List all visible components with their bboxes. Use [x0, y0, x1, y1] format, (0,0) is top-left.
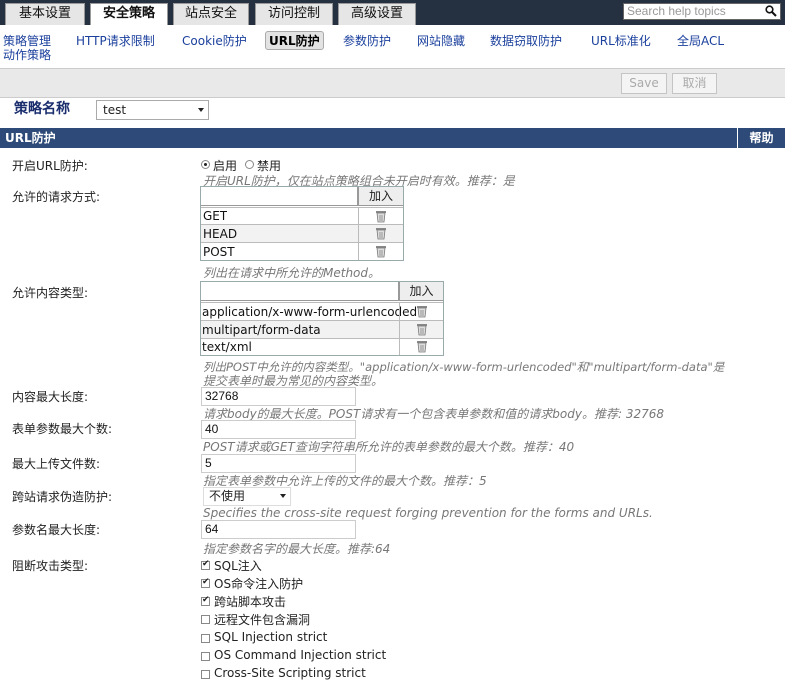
top-tab-bar: 基本设置 安全策略 站点安全 访问控制 高级设置 Search help top… [0, 0, 785, 26]
table-row: HEAD [201, 224, 403, 242]
max-content-length-input[interactable]: 32768 [201, 387, 356, 406]
enable-radio[interactable] [201, 160, 210, 169]
methods-hint: 列出在请求中所允许的Method。 [203, 266, 381, 280]
methods-add-button[interactable]: 加入 [358, 187, 403, 206]
policy-name-value: test [103, 103, 127, 117]
chevron-down-icon [198, 108, 204, 112]
max-param-name-input[interactable]: 64 [201, 520, 356, 539]
sql-injection-strict-label: SQL Injection strict [214, 630, 328, 644]
content-type-item: application/x-www-form-urlencoded [202, 305, 418, 319]
save-button[interactable]: Save [621, 73, 667, 94]
remote-file-inclusion-label: 远程文件包含漏洞 [214, 613, 311, 627]
subnav-action-policy[interactable]: 动作策略 [3, 46, 51, 63]
content-types-add-button[interactable]: 加入 [399, 282, 443, 301]
attack-types-label: 阻断攻击类型: [12, 559, 89, 573]
sub-navigation: 策略管理 动作策略 HTTP请求限制 Cookie防护 URL防护 参数防护 网… [0, 25, 785, 69]
sql-injection-checkbox[interactable] [201, 559, 210, 570]
table-row: multipart/form-data [201, 320, 443, 338]
max-param-name-hint: 指定参数名字的最大长度。推荐:64 [203, 542, 391, 556]
xss-strict-label: Cross-Site Scripting strict [214, 666, 366, 680]
content-types-label: 允许内容类型: [12, 286, 89, 300]
subnav-http-request-limit[interactable]: HTTP请求限制 [76, 32, 155, 49]
subnav-global-acl[interactable]: 全局ACL [677, 32, 724, 49]
os-command-injection-strict-label: OS Command Injection strict [214, 648, 387, 662]
tab-advanced-settings[interactable]: 高级设置 [338, 3, 416, 25]
os-command-injection-label: OS命令注入防护 [214, 577, 304, 591]
methods-table: 加入 GET HEAD POST [200, 186, 404, 261]
trash-icon[interactable] [375, 227, 387, 240]
help-button[interactable]: 帮助 [737, 128, 785, 148]
search-input[interactable]: Search help topics [623, 3, 781, 20]
subnav-url-protection[interactable]: URL防护 [265, 31, 324, 50]
section-header: URL防护 帮助 [0, 128, 785, 148]
max-upload-files-label: 最大上传文件数: [12, 457, 101, 471]
policy-name-label: 策略名称 [14, 101, 70, 117]
trash-icon[interactable] [375, 245, 387, 258]
table-row: GET [201, 207, 403, 224]
tab-basic-settings[interactable]: 基本设置 [5, 3, 85, 25]
tab-access-control[interactable]: 访问控制 [255, 3, 333, 25]
subnav-data-theft-protection[interactable]: 数据窃取防护 [490, 32, 562, 49]
max-form-params-label: 表单参数最大个数: [12, 422, 113, 436]
content-type-item: multipart/form-data [202, 323, 321, 337]
section-title: URL防护 [5, 131, 56, 145]
trash-icon[interactable] [416, 323, 428, 336]
search-icon[interactable] [765, 5, 777, 17]
os-command-injection-strict-checkbox[interactable] [201, 652, 210, 661]
subnav-cookie-protection[interactable]: Cookie防护 [182, 32, 247, 49]
max-form-params-input[interactable]: 40 [201, 420, 356, 439]
table-row: text/xml [201, 338, 443, 355]
method-item: GET [203, 209, 228, 223]
table-row: POST [201, 242, 403, 260]
methods-label: 允许的请求方式: [12, 190, 101, 204]
content-type-item: text/xml [202, 340, 252, 354]
xss-strict-checkbox[interactable] [201, 670, 210, 679]
max-content-length-label: 内容最大长度: [12, 390, 89, 404]
content-types-table: 加入 application/x-www-form-urlencoded mul… [200, 281, 444, 356]
policy-name-select[interactable]: test [96, 100, 209, 120]
max-upload-files-input[interactable]: 5 [201, 454, 356, 473]
csrf-hint: Specifies the cross-site request forging… [203, 506, 653, 520]
xss-label: 跨站脚本攻击 [214, 595, 287, 609]
method-item: HEAD [203, 227, 238, 241]
csrf-value: 不使用 [209, 489, 246, 503]
subnav-url-normalization[interactable]: URL标准化 [591, 32, 651, 49]
os-command-injection-checkbox[interactable] [201, 577, 210, 588]
methods-new-input[interactable] [201, 187, 358, 206]
content-type-new-input[interactable] [201, 282, 399, 301]
subnav-site-hiding[interactable]: 网站隐藏 [417, 32, 465, 49]
max-param-name-label: 参数名最大长度: [12, 523, 101, 537]
chevron-down-icon [280, 494, 286, 498]
xss-checkbox[interactable] [201, 595, 210, 606]
table-row: application/x-www-form-urlencoded [201, 302, 443, 320]
url-protection-label: 开启URL防护: [12, 159, 88, 173]
toolbar: Save 取消 [0, 69, 785, 98]
method-item: POST [203, 245, 235, 259]
sql-injection-strict-checkbox[interactable] [201, 634, 210, 643]
csrf-label: 跨站请求伪造防护: [12, 490, 113, 504]
tab-site-security[interactable]: 站点安全 [173, 3, 249, 25]
max-form-params-hint: POST请求或GET查询字符串所允许的表单参数的最大个数。推荐：40 [203, 440, 575, 454]
trash-icon[interactable] [375, 210, 387, 223]
remote-file-inclusion-checkbox[interactable] [201, 615, 210, 624]
trash-icon[interactable] [416, 340, 428, 353]
subnav-parameter-protection[interactable]: 参数防护 [343, 32, 391, 49]
cancel-button[interactable]: 取消 [672, 73, 717, 94]
tab-security-policy[interactable]: 安全策略 [90, 3, 168, 26]
search-placeholder: Search help topics [627, 4, 726, 18]
trash-icon[interactable] [416, 305, 428, 318]
csrf-select[interactable]: 不使用 [203, 487, 291, 506]
disable-radio[interactable] [245, 160, 254, 169]
sql-injection-label: SQL注入 [214, 559, 262, 573]
